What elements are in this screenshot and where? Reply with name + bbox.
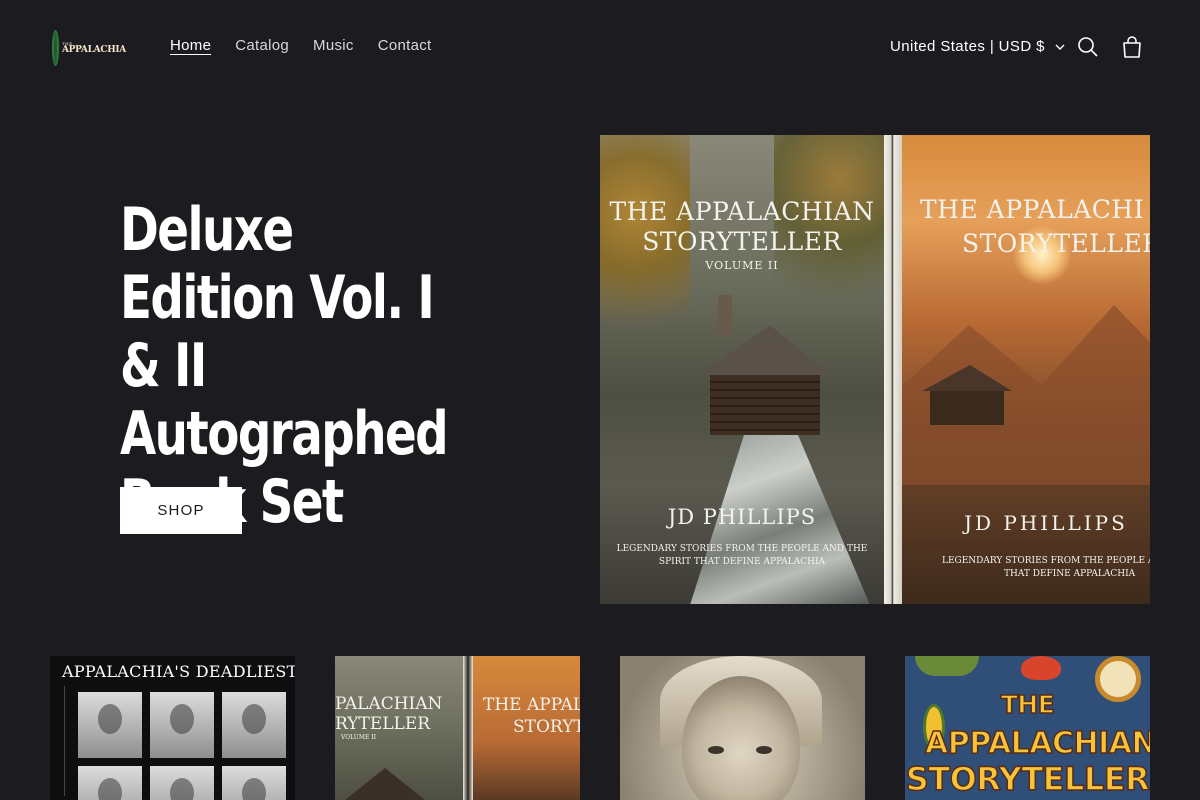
storyteller-badge-icon: [52, 30, 59, 66]
chevron-down-icon: [1055, 44, 1065, 50]
product-card-storyteller-logo[interactable]: THE APPALACHIAN STORYTELLER: [905, 656, 1150, 800]
cart-button[interactable]: [1120, 34, 1144, 60]
cover-1-title: THE APPALACHIAN STORYTELLER: [609, 197, 875, 256]
site-header: THE APPALACHIA Home Catalog Music Contac…: [0, 0, 1200, 94]
cover-2-author: JD PHILLIPS: [964, 511, 1128, 535]
search-icon: [1078, 37, 1098, 57]
eye: [708, 746, 724, 754]
product-card-portrait[interactable]: [620, 656, 865, 800]
product-2-cover-right: THE APPAL STORYT: [473, 656, 580, 800]
cover-2-title: THE APPALACHI STORYTELLER: [920, 193, 1150, 261]
hat-icon: [915, 656, 979, 676]
search-button[interactable]: [1076, 34, 1100, 60]
cover-1-author: JD PHILLIPS: [667, 505, 817, 529]
product-4-line-1: THE: [1000, 689, 1056, 720]
cover-2-tagline-line-1: LEGENDARY STORIES FROM THE PEOPLE AND TH…: [942, 556, 1150, 566]
logo-line-2: APPALACHIA: [61, 44, 126, 55]
product-2-right-title: THE APPAL STORYT: [483, 694, 580, 738]
mugshot-image: [150, 692, 214, 758]
nav-contact[interactable]: Contact: [366, 36, 444, 56]
shop-button[interactable]: SHOP: [120, 487, 242, 534]
mugshot-image: [78, 766, 142, 800]
product-2-left-title: PALACHIAN RYTELLER: [335, 694, 442, 734]
product-2-cover-left: PALACHIAN RYTELLER VOLUME II: [335, 656, 463, 800]
eye: [756, 746, 772, 754]
hero-book-set-image: THE APPALACHIAN STORYTELLER VOLUME II JD…: [600, 135, 1150, 604]
product-card-book-set[interactable]: PALACHIAN RYTELLER VOLUME II THE APPAL S…: [335, 656, 580, 800]
book-spine: [884, 135, 902, 604]
product-4-line-2: APPALACHIAN: [924, 725, 1150, 762]
currency-label: United States | USD $: [890, 38, 1045, 55]
nav-catalog[interactable]: Catalog: [223, 36, 301, 56]
cart-icon: [1123, 36, 1141, 58]
cover-2-tagline: LEGENDARY STORIES FROM THE PEOPLE AND TH…: [942, 555, 1150, 581]
mugshot-image: [222, 766, 286, 800]
cover-2-title-line-2: STORYTELLER: [962, 229, 1150, 258]
product-2-right-title-line-1: THE APPAL: [483, 695, 580, 715]
nav-home[interactable]: Home: [158, 36, 223, 56]
mugshot-image: [78, 692, 142, 758]
book-cover-volume-2: THE APPALACHIAN STORYTELLER VOLUME II JD…: [600, 135, 884, 604]
hero-title: Deluxe Edition Vol. I & II Autographed B…: [120, 195, 449, 537]
book-cover-volume-1: THE APPALACHI STORYTELLER JD PHILLIPS LE…: [902, 135, 1150, 604]
logo-wordmark: THE APPALACHIA: [61, 41, 126, 55]
product-2-left-title-line-2: RYTELLER: [335, 714, 431, 734]
country-currency-selector[interactable]: United States | USD $: [890, 37, 1065, 57]
product-1-cover-title: APPALACHIA'S DEADLIEST: [62, 662, 295, 681]
book-spine: [463, 656, 473, 800]
product-2-left-title-line-1: PALACHIAN: [335, 694, 443, 714]
book-spine: [55, 686, 65, 796]
main-nav: Home Catalog Music Contact: [158, 36, 444, 56]
cover-1-volume: VOLUME II: [705, 259, 779, 272]
product-4-line-3: STORYTELLER: [905, 759, 1150, 799]
cover-1-tagline: LEGENDARY STORIES FROM THE PEOPLE AND TH…: [616, 544, 868, 567]
product-2-right-title-line-2: STORYT: [513, 717, 580, 737]
nav-music[interactable]: Music: [301, 36, 366, 56]
cover-2-title-line-1: THE APPALACHI: [920, 195, 1145, 224]
site-logo[interactable]: THE APPALACHIA: [52, 29, 126, 67]
cover-2-tagline-line-2: THAT DEFINE APPALACHIA: [1004, 569, 1136, 579]
product-card-appalachias-deadliest[interactable]: APPALACHIA'S DEADLIEST: [50, 656, 295, 800]
cardinal-bird-icon: [1021, 656, 1061, 680]
mugshot-image: [222, 692, 286, 758]
mugshot-image: [150, 766, 214, 800]
product-2-left-volume: VOLUME II: [341, 734, 377, 741]
